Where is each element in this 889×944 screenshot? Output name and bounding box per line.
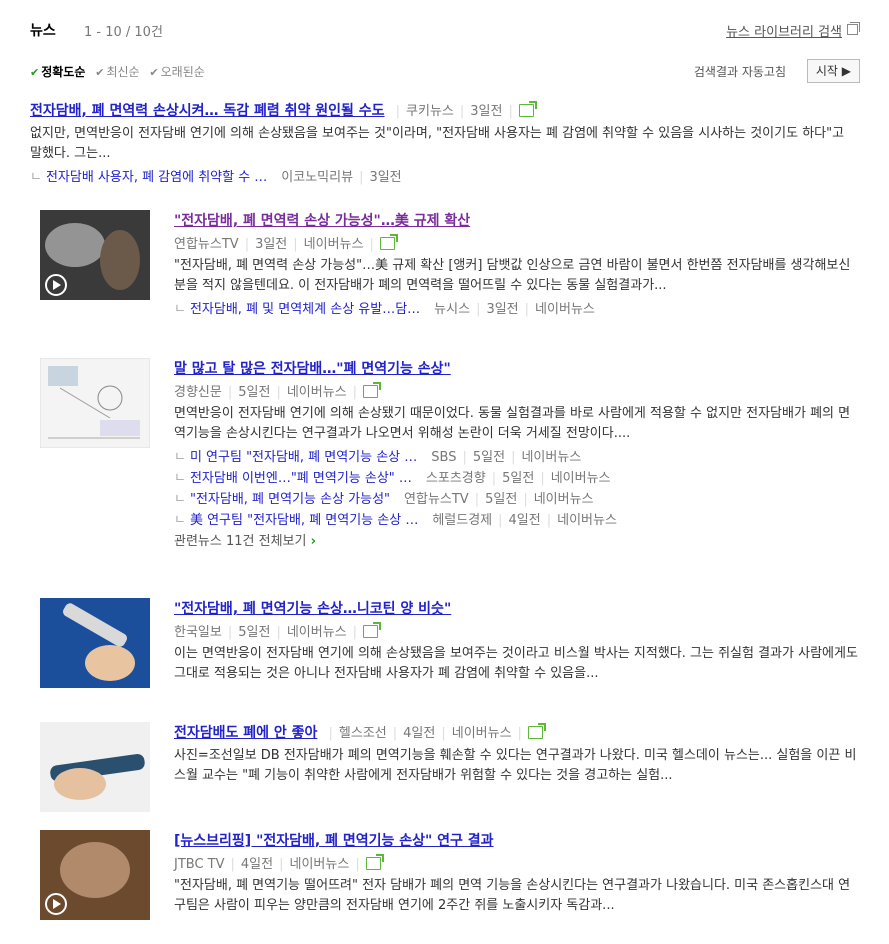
chevron-right-icon: › [310,534,316,549]
related-news: ㄴ 전자담배, 폐 및 면역체계 손상 유발…담… 뉴시스 | 3일전 | 네이버뉴스 [174,302,595,317]
sort-bar: ✔ 정확도순 ✔ 최신순 ✔ 오래된순 검색결과 자동고침 시작 ▶ [30,59,860,85]
news-thumbnail[interactable] [40,210,150,300]
sort-accuracy[interactable]: ✔ 정확도순 [30,63,85,80]
news-title[interactable]: 전자담배도 폐에 안 좋아 [174,725,317,741]
news-desc: "전자담배, 폐 면역력 손상 가능성"…美 규제 확산 [앵커] 담뱃값 인상… [174,258,851,293]
share-icon[interactable] [365,854,384,870]
check-icon: ✔ [149,66,159,79]
related-news: ㄴ미 연구팀 "전자담배, 폐 면역기능 손상 … SBS | 5일전 | 네이버뉴스 [174,450,582,465]
related-news-more-link[interactable]: 관련뉴스 11건 전체보기 › [174,530,860,549]
news-title[interactable]: "전자담배, 폐 면역기능 손상…니코틴 양 비슷" [174,601,451,617]
auto-refresh-start-button[interactable]: 시작 ▶ [806,59,860,83]
auto-refresh-label: 검색결과 자동고침 [693,65,786,79]
news-source: 쿠키뉴스 [406,104,454,119]
news-thumbnail[interactable] [40,830,150,920]
news-desc: 면역반응이 전자담배 연기에 의해 손상됐기 때문이었다. 동물 실험결과를 바… [174,406,851,441]
news-title[interactable]: 전자담배, 폐 면역력 손상시켜… 독감 폐렴 취약 원인될 수도 [30,103,385,119]
share-icon[interactable] [363,382,382,398]
news-thumbnail[interactable] [40,358,150,448]
news-title[interactable]: 말 많고 탈 많은 전자담배…"폐 면역기능 손상" [174,361,451,377]
news-desc: 사진=조선일보 DB 전자담배가 폐의 면역기능을 훼손할 수 있다는 연구결과… [174,748,857,783]
check-icon: ✔ [30,66,40,79]
share-icon[interactable] [518,101,537,117]
related-news: ㄴ美 연구팀 "전자담배, 폐 면역기능 손상 … 헤럴드경제 | 4일전 | 네이버뉴스 [174,513,617,528]
naver-news-link[interactable]: 네이버뉴스 [304,237,364,252]
result-count: 1 - 10 / 10건 [84,25,163,40]
share-icon[interactable] [527,723,546,739]
news-title[interactable]: "전자담배, 폐 면역력 손상 가능성"…美 규제 확산 [174,213,470,229]
news-thumbnail[interactable] [40,722,150,812]
sort-latest[interactable]: ✔ 최신순 [95,63,139,80]
check-icon: ✔ [95,66,105,79]
external-window-icon[interactable] [847,22,860,35]
news-thumbnail[interactable] [40,598,150,688]
news-desc: 이는 면역반응이 전자담배 연기에 의해 손상됐음을 보여주는 것이라고 비스월… [174,646,858,681]
news-item: 전자담배, 폐 면역력 손상시켜… 독감 폐렴 취약 원인될 수도 | 쿠키뉴스 |… [30,100,860,185]
related-title[interactable]: 전자담배 사용자, 폐 감염에 취약할 수 … [46,170,267,185]
related-news: ㄴ 전자담배 이번엔…"폐 면역기능 손상" … 스포츠경향 | 5일전 | 네이버뉴스 [174,471,611,486]
related-news: ㄴ "전자담배, 폐 면역기능 손상 가능성" 연합뉴스TV | 5일전 | 네이버뉴스 [174,492,594,507]
sort-oldest[interactable]: ✔ 오래된순 [149,63,204,80]
news-header: 뉴스 1 - 10 / 10건 뉴스 라이브러리 검색 [30,0,860,58]
news-desc: 없지만, 면역반응이 전자담배 연기에 의해 손상됐음을 보여주는 것"이라며,… [30,126,845,161]
news-title[interactable]: [뉴스브리핑] "전자담배, 폐 면역기능 손상" 연구 결과 [174,833,494,849]
related-news: ㄴ 전자담배 사용자, 폐 감염에 취약할 수 … 이코노믹리뷰 | 3일전 [30,170,402,185]
news-source: 연합뉴스TV [174,237,239,252]
share-icon[interactable] [379,234,398,250]
share-icon[interactable] [363,622,382,638]
news-date: 3일전 [470,104,503,119]
news-section: 뉴스 1 - 10 / 10건 뉴스 라이브러리 검색 ✔ 정확도순 ✔ 최신순 ✔… [30,0,860,920]
section-title: 뉴스 [30,23,56,39]
news-date: 3일전 [255,237,288,252]
news-library-link[interactable]: 뉴스 라이브러리 검색 [726,21,842,40]
news-desc: "전자담배, 폐 면역기능 떨어뜨려" 전자 담배가 폐의 면역 기능을 손상시… [174,878,851,913]
